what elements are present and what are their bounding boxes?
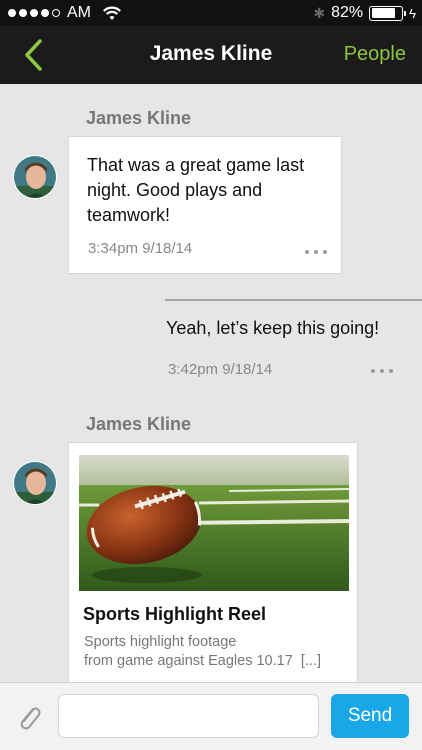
- avatar[interactable]: [13, 461, 57, 505]
- message-timestamp: 3:34pm 9/18/14: [88, 240, 193, 257]
- people-button[interactable]: People: [344, 43, 406, 66]
- signal-dot-icon: [19, 9, 27, 17]
- message-input[interactable]: [58, 694, 319, 738]
- card-description-line: Sports highlight footage: [84, 634, 237, 650]
- nav-bar: James Kline People: [0, 26, 422, 84]
- battery-percent: 82%: [331, 4, 364, 21]
- wifi-icon: [103, 6, 121, 20]
- message-text: Yeah, let’s keep this going!: [166, 318, 380, 338]
- football-image[interactable]: [79, 455, 349, 591]
- card-title[interactable]: Sports Highlight Reel: [83, 604, 266, 625]
- more-options-icon[interactable]: [371, 368, 393, 374]
- battery-icon: [369, 5, 407, 21]
- status-bar: AM ✱ 82% ϟ: [0, 0, 422, 26]
- card-description-line: from game against Eagles 10.17 [...]: [84, 652, 321, 671]
- send-button[interactable]: Send: [331, 694, 409, 738]
- card-more-link[interactable]: [...]: [301, 653, 321, 669]
- bluetooth-icon: ✱: [313, 4, 326, 21]
- charging-icon: ϟ: [409, 5, 416, 21]
- status-time: AM: [67, 4, 91, 21]
- signal-dot-icon: [8, 9, 16, 17]
- signal-dot-empty-icon: [52, 9, 60, 17]
- card-description-text: from game against Eagles 10.17: [84, 653, 293, 669]
- message-timestamp: 3:42pm 9/18/14: [168, 361, 273, 378]
- battery-level: [371, 8, 396, 18]
- more-options-icon[interactable]: [305, 249, 327, 255]
- paperclip-icon[interactable]: [16, 703, 42, 733]
- signal-dot-icon: [41, 9, 49, 17]
- sender-name: James Kline: [86, 414, 192, 434]
- message-bubble[interactable]: That was a great game last night. Good p…: [68, 136, 342, 274]
- avatar[interactable]: [13, 155, 57, 199]
- sender-name: James Kline: [86, 108, 192, 128]
- card-description: Sports highlight footage from game again…: [84, 633, 321, 671]
- media-card[interactable]: Sports Highlight Reel Sports highlight f…: [68, 442, 358, 682]
- outgoing-divider: [165, 299, 422, 301]
- composer-bar: Send: [0, 682, 422, 750]
- message-text: That was a great game last night. Good p…: [87, 155, 305, 225]
- chat-thread[interactable]: James Kline That was a great game last n…: [0, 84, 422, 682]
- signal-dot-icon: [30, 9, 38, 17]
